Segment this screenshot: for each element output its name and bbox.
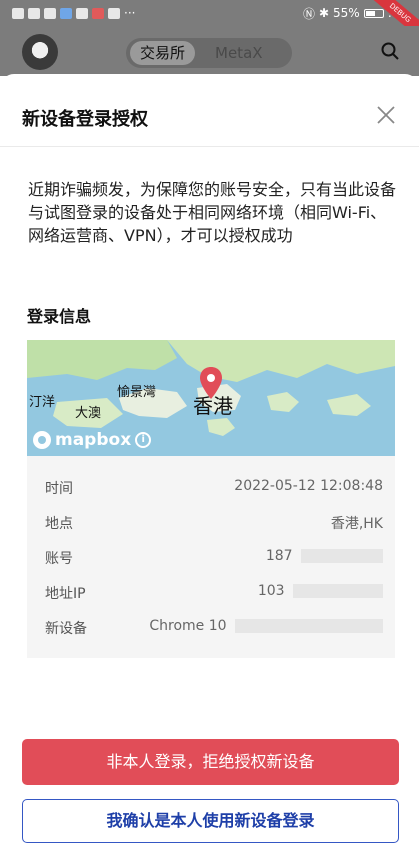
authorization-sheet: 新设备登录授权 近期诈骗频发，为保障您的账号安全，只有当此设备与试图登录的设备处…: [0, 74, 419, 857]
login-info-title: 登录信息: [27, 307, 92, 326]
avatar[interactable]: [22, 34, 58, 70]
tab-switcher: 交易所 MetaX: [126, 38, 292, 68]
app-icon: [60, 7, 72, 19]
notification-icon: [12, 7, 24, 19]
map-label-discovery-bay: 愉景灣: [117, 385, 157, 400]
mapbox-brand: mapbox: [55, 430, 132, 450]
app-header: 交易所 MetaX: [0, 26, 419, 76]
app-icon: [108, 7, 120, 19]
redaction-mask: [235, 619, 383, 633]
mapbox-attribution[interactable]: mapbox i: [33, 430, 152, 450]
info-value: 2022-05-12 12:08:48: [234, 478, 383, 494]
status-bar: ··· Ⓝ ✱ 55% :09 DEBUG: [0, 0, 419, 48]
info-icon[interactable]: i: [135, 432, 152, 448]
app-icon: [92, 7, 104, 19]
info-label: 时间: [45, 481, 73, 497]
battery-icon: [363, 8, 384, 18]
info-row-time: 时间 2022-05-12 12:08:48: [45, 478, 383, 498]
redaction-mask: [301, 549, 383, 563]
info-row-location: 地点 香港,HK: [45, 513, 383, 533]
mapbox-logo-icon: [33, 431, 51, 449]
info-label: 地点: [45, 516, 73, 532]
wifi-icon: [28, 7, 40, 19]
device-value: Chrome 10: [149, 618, 227, 634]
nfc-icon: Ⓝ: [302, 6, 315, 21]
info-label: 地址IP: [45, 586, 86, 602]
account-value: 187: [265, 548, 293, 564]
info-value: 187: [266, 548, 383, 568]
map-pin-icon: [200, 367, 222, 399]
info-label: 账号: [45, 551, 73, 567]
close-icon[interactable]: [375, 104, 397, 126]
more-icon: ···: [124, 6, 136, 20]
battery-percent: 55%: [333, 6, 360, 20]
bluetooth-icon: ✱: [318, 6, 330, 20]
info-value: 103: [258, 583, 383, 603]
info-value: 香港,HK: [330, 516, 383, 532]
info-row-device: 新设备 Chrome 10: [45, 618, 383, 638]
login-info-panel: 时间 2022-05-12 12:08:48 地点 香港,HK 账号 187 地…: [27, 456, 395, 658]
ip-value: 103: [257, 583, 285, 599]
security-notice: 近期诈骗频发，为保障您的账号安全，只有当此设备与试图登录的设备处于相同网络环境（…: [28, 180, 397, 245]
reject-button[interactable]: 非本人登录，拒绝授权新设备: [22, 739, 399, 785]
confirm-button[interactable]: 我确认是本人使用新设备登录: [22, 799, 399, 843]
info-label: 新设备: [45, 621, 87, 637]
divider: [0, 146, 419, 147]
app-icon: [76, 7, 88, 19]
info-value: Chrome 10: [149, 618, 383, 638]
app-icon: [44, 7, 56, 19]
info-row-account: 账号 187: [45, 548, 383, 568]
map-label-tai-o: 大澳: [75, 406, 102, 421]
map-label-water: 汀洋: [29, 395, 56, 410]
tab-metax[interactable]: MetaX: [205, 41, 273, 65]
tab-exchange[interactable]: 交易所: [130, 41, 196, 65]
redaction-mask: [293, 584, 383, 598]
info-row-ip: 地址IP 103: [45, 583, 383, 603]
search-icon[interactable]: [381, 42, 399, 60]
sheet-title: 新设备登录授权: [22, 109, 148, 130]
notification-icons: ···: [12, 6, 135, 20]
location-map[interactable]: 汀洋 愉景灣 大澳 香港 mapbox i: [27, 340, 395, 456]
